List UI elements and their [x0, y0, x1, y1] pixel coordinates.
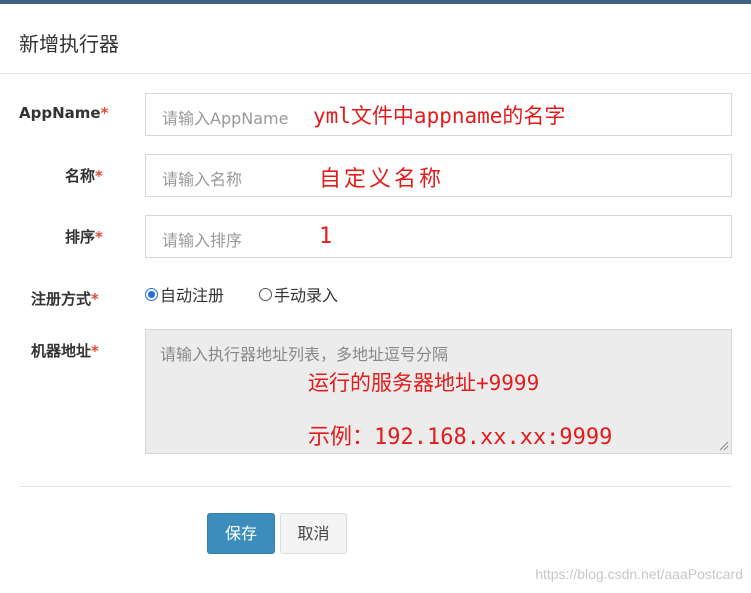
appname-label-text: AppName	[19, 104, 101, 122]
required-mark: *	[95, 167, 103, 185]
radio-checked-icon[interactable]	[145, 287, 158, 301]
required-mark: *	[100, 104, 109, 122]
footer-divider	[19, 486, 732, 487]
address-placeholder: 请输入执行器地址列表，多地址逗号分隔	[160, 345, 449, 364]
watermark: https://blog.csdn.net/aaaPostcard	[535, 566, 743, 582]
required-mark: *	[91, 290, 99, 308]
modal-title: 新增执行器	[19, 32, 119, 56]
register-type-label: 注册方式*	[31, 288, 99, 309]
order-label-text: 排序	[65, 228, 96, 246]
order-placeholder: 请输入排序	[162, 231, 243, 250]
radio-unchecked-icon[interactable]	[259, 287, 272, 301]
radio-auto-register[interactable]: 自动注册	[145, 282, 224, 306]
radio-auto-register-label: 自动注册	[160, 286, 225, 305]
radio-manual-entry[interactable]: 手动录入	[259, 282, 338, 306]
name-annotation: 自定义名称	[319, 167, 445, 192]
address-label: 机器地址*	[31, 340, 99, 361]
order-label: 排序*	[65, 226, 103, 247]
resize-grip-icon[interactable]	[719, 441, 729, 451]
modal-header: 新增执行器	[0, 4, 751, 74]
radio-manual-entry-label: 手动录入	[274, 286, 339, 305]
appname-placeholder: 请输入AppName	[162, 109, 289, 128]
name-placeholder: 请输入名称	[162, 170, 243, 189]
cancel-button[interactable]: 取消	[280, 513, 347, 554]
address-annotation-line1: 运行的服务器地址+9999	[308, 371, 540, 395]
required-mark: *	[91, 342, 99, 360]
name-label-text: 名称	[65, 167, 96, 185]
appname-annotation: yml文件中appname的名字	[313, 104, 566, 128]
register-type-label-text: 注册方式	[31, 290, 92, 308]
address-label-text: 机器地址	[31, 342, 92, 360]
appname-label: AppName*	[19, 104, 108, 122]
name-label: 名称*	[65, 165, 103, 186]
order-annotation: 1	[319, 224, 333, 249]
address-annotation-line2: 示例：192.168.xx.xx:9999	[308, 425, 613, 450]
required-mark: *	[95, 228, 103, 246]
order-input[interactable]: 请输入排序	[145, 215, 732, 258]
save-button[interactable]: 保存	[207, 513, 275, 554]
